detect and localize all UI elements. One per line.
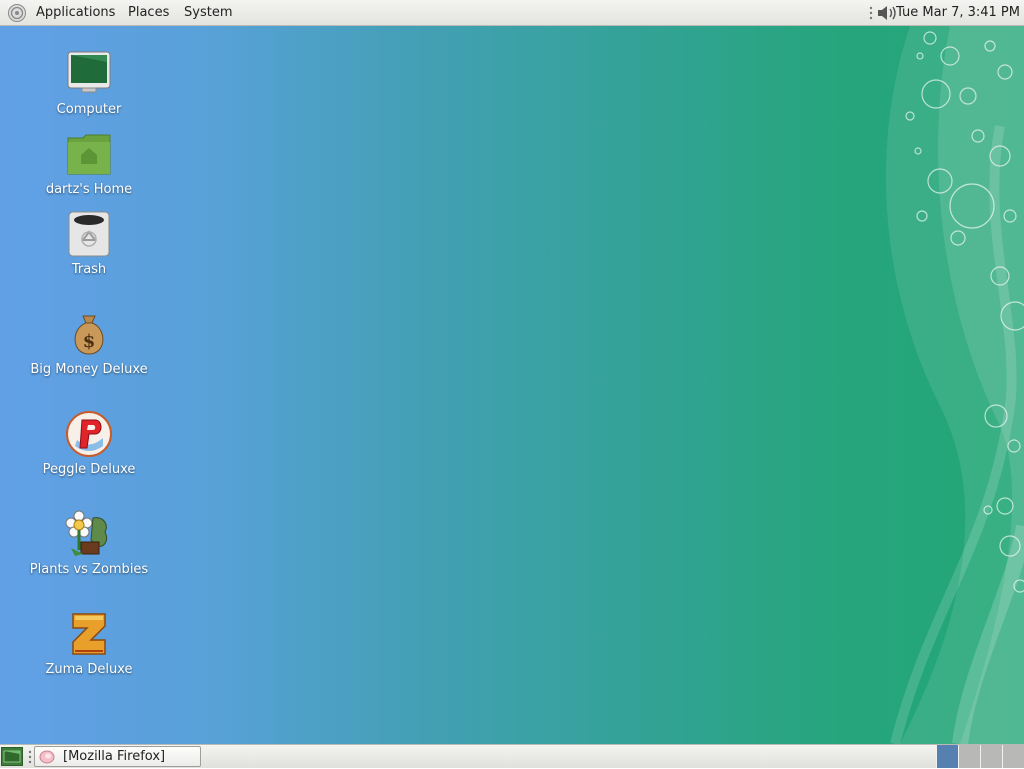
workspace-2[interactable] [958,745,980,768]
top-panel: Applications Places System Tue Mar 7, 3:… [0,0,1024,26]
applications-menu[interactable]: Applications [36,5,115,21]
home-folder-icon [67,134,111,175]
desktop-icon-label: Computer [56,102,122,117]
plants-vs-zombies-icon [65,510,108,556]
desktop-icon-zuma-deluxe[interactable]: Zuma Deluxe [29,610,149,678]
desktop-icon-label: Plants vs Zombies [29,562,149,577]
desktop-icon-label: dartz's Home [45,182,133,197]
show-desktop-icon [3,750,21,763]
workspace-1[interactable] [936,745,958,768]
clock[interactable]: Tue Mar 7, 3:41 PM [896,5,1020,21]
svg-text:$: $ [83,331,96,352]
desktop-icon-home[interactable]: dartz's Home [29,130,149,198]
trash-icon [68,211,110,257]
show-desktop-button[interactable] [1,747,23,766]
desktop-icon-label: Big Money Deluxe [30,362,148,377]
panel-handle-icon[interactable] [28,749,32,765]
firefox-icon [39,750,55,764]
peggle-icon [66,411,112,457]
desktop-icon-plants-vs-zombies[interactable]: Plants vs Zombies [29,510,149,578]
wallpaper-decoration [886,26,1024,744]
workspace-3[interactable] [980,745,1002,768]
money-bag-icon: $ [74,315,104,355]
desktop-icon-label: Zuma Deluxe [45,662,133,677]
taskbar-button-label: [Mozilla Firefox] [63,749,166,764]
bottom-panel: [Mozilla Firefox] [0,744,1024,768]
desktop-icon-label: Peggle Deluxe [42,462,136,477]
desktop-icon-label: Trash [71,262,107,277]
desktop-icon-trash[interactable]: Trash [29,210,149,278]
tray-handle-icon[interactable] [869,5,873,21]
desktop-icon-computer[interactable]: Computer [29,50,149,118]
foot-logo-icon[interactable] [7,3,27,23]
system-menu[interactable]: System [184,5,232,21]
workspace-4[interactable] [1002,745,1024,768]
desktop[interactable]: Computer dartz's Home Trash $ Big Money … [0,26,1024,744]
desktop-icon-peggle-deluxe[interactable]: Peggle Deluxe [29,410,149,478]
taskbar-button-firefox[interactable]: [Mozilla Firefox] [34,746,201,767]
places-menu[interactable]: Places [128,5,169,21]
computer-icon [67,51,111,93]
zuma-icon [72,613,106,655]
desktop-icon-big-money-deluxe[interactable]: $ Big Money Deluxe [29,310,149,378]
